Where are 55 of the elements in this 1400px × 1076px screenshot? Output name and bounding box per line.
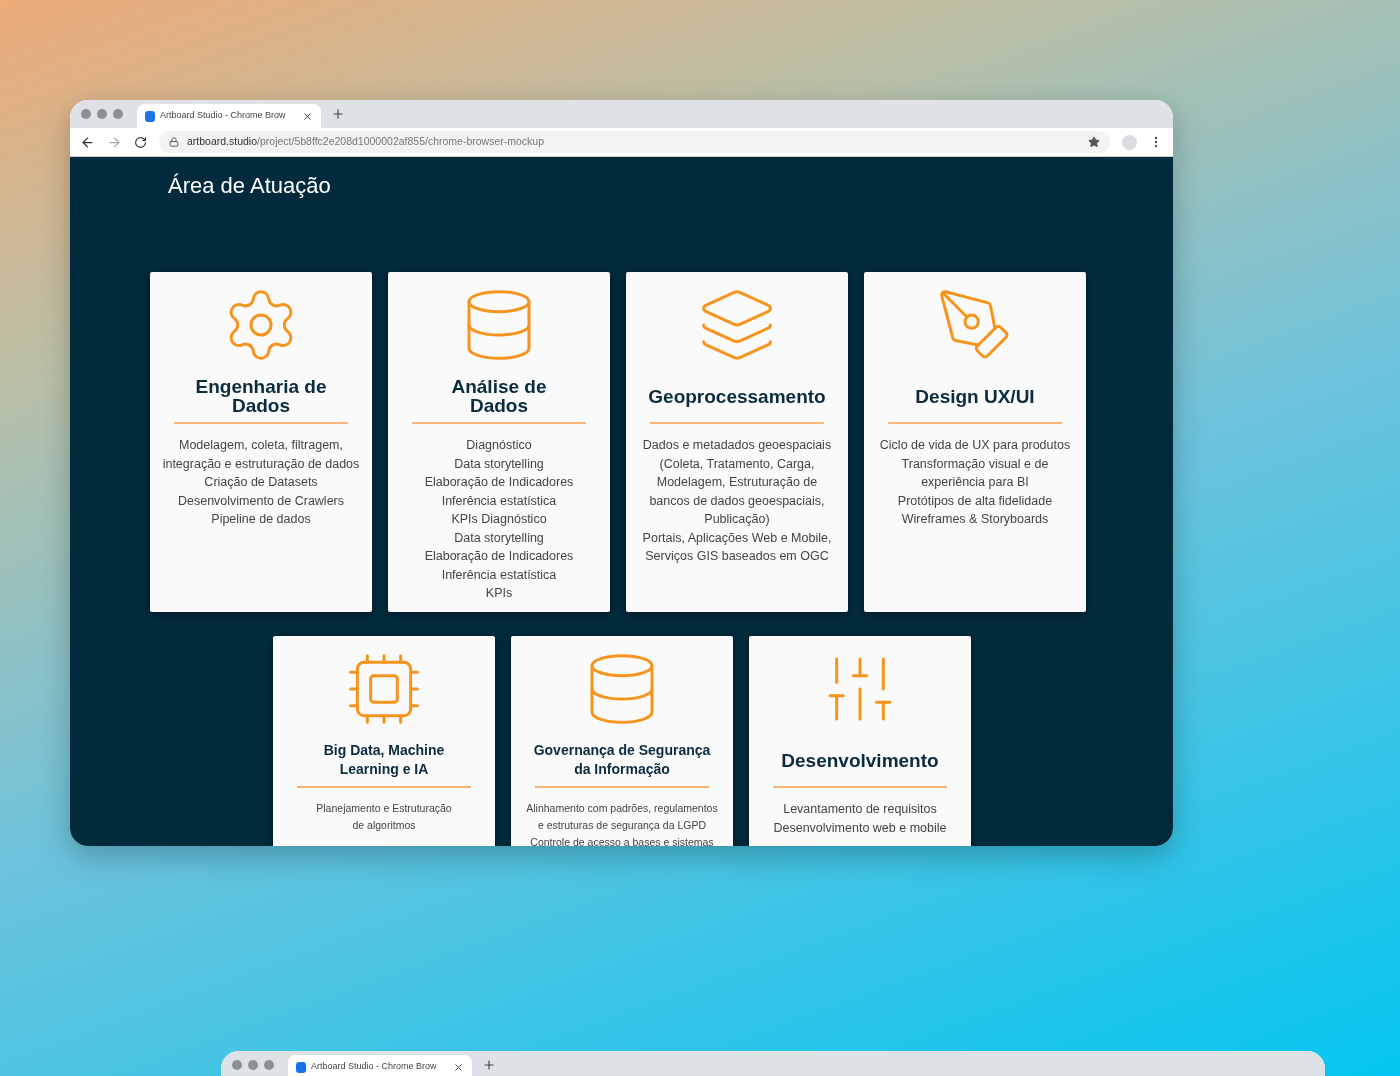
- card-item: Criação de Datasets: [204, 474, 318, 491]
- close-icon[interactable]: [453, 1061, 464, 1073]
- site-logo-icon: [145, 110, 155, 122]
- back-icon[interactable]: [80, 134, 95, 150]
- card-item: (Coleta, Tratamento, Carga,: [659, 455, 815, 473]
- card-title: Geoprocessamento: [648, 386, 826, 406]
- close-icon[interactable]: [302, 110, 313, 122]
- card-item: Portais, Aplicações Web e Mobile,: [642, 529, 832, 547]
- card-item: bancos de dados geoespaciais,: [649, 492, 825, 510]
- card-item: Diagnóstico: [466, 437, 532, 454]
- card-item: Transformação visual e de: [901, 455, 1049, 473]
- card-item: Serviços GIS baseados em OGC: [645, 548, 829, 565]
- browser-tab[interactable]: Artboard Studio - Chrome Brow: [137, 104, 321, 128]
- card-item: e estruturas de segurança da LGPD: [537, 818, 707, 833]
- card-title: Desenvolvimento: [781, 750, 939, 770]
- card-item: KPIs: [485, 585, 513, 602]
- card-item: Desenvolvimento de Crawlers: [177, 492, 344, 510]
- card-item: de algoritmos: [352, 818, 416, 833]
- card-item: Modelagem, coleta, filtragem,: [179, 437, 343, 454]
- page-heading: Área de Atuação: [168, 172, 332, 200]
- card-title: Big Data, Machine Learning e IA: [323, 741, 445, 779]
- card-item: Pipeline de dados: [211, 511, 311, 528]
- card-item: Modelagem, Estruturação de: [656, 474, 818, 491]
- card-item: Data storytelling: [454, 455, 544, 473]
- card-title: Análise de Dados: [451, 377, 547, 415]
- card-item: Elaboração de Indicadores: [424, 548, 574, 565]
- card-item: Publicação): [704, 511, 770, 528]
- new-tab-icon[interactable]: [331, 107, 345, 121]
- card-item: Protótipos de alta fidelidade: [897, 492, 1053, 510]
- url-text: artboard.studio/project/5b8ffc2e208d1000002af855/chrome-browser-mockup: [187, 134, 546, 150]
- card-item: Wireframes & Storyboards: [901, 511, 1049, 528]
- card-item: Controle de acesso a bases e sistemas: [530, 835, 714, 846]
- card-item: Desenvolvimento web e mobile: [773, 819, 947, 837]
- card-item: integração e estruturação de dados: [162, 455, 360, 473]
- card-item: Inferência estatística: [441, 492, 557, 510]
- card-item: Data storytelling: [454, 529, 544, 547]
- address-bar[interactable]: artboard.studio/project/5b8ffc2e208d1000002af855/chrome-browser-mockup: [159, 131, 1110, 153]
- card-item: Dados e metadados geoespaciais: [642, 437, 832, 454]
- card-item: Elaboração de Indicadores: [424, 474, 574, 491]
- card-title: Design UX/UI: [915, 386, 1035, 406]
- reload-icon[interactable]: [134, 135, 147, 149]
- card-item: Alinhamento com padrões, regulamentos: [526, 801, 718, 816]
- card-title: Engenharia de Dados: [195, 377, 327, 415]
- bookmark-star-icon[interactable]: [1088, 136, 1100, 148]
- new-tab-icon[interactable]: [482, 1058, 496, 1072]
- card-title: Governança de Segurança da Informação: [533, 741, 711, 779]
- card-item: Inferência estatística: [441, 566, 557, 584]
- browser-tab[interactable]: Artboard Studio - Chrome Brow: [288, 1055, 472, 1076]
- site-logo-icon: [296, 1061, 306, 1073]
- card-item: Ciclo de vida de UX para produtos: [879, 437, 1071, 454]
- card-item: Levantamento de requisitos: [783, 801, 937, 818]
- card-item: KPIs Diagnóstico: [451, 511, 547, 528]
- card-item: experiência para BI: [921, 474, 1029, 491]
- card-item: Planejamento e Estruturação: [316, 801, 452, 816]
- lock-icon: [169, 137, 179, 147]
